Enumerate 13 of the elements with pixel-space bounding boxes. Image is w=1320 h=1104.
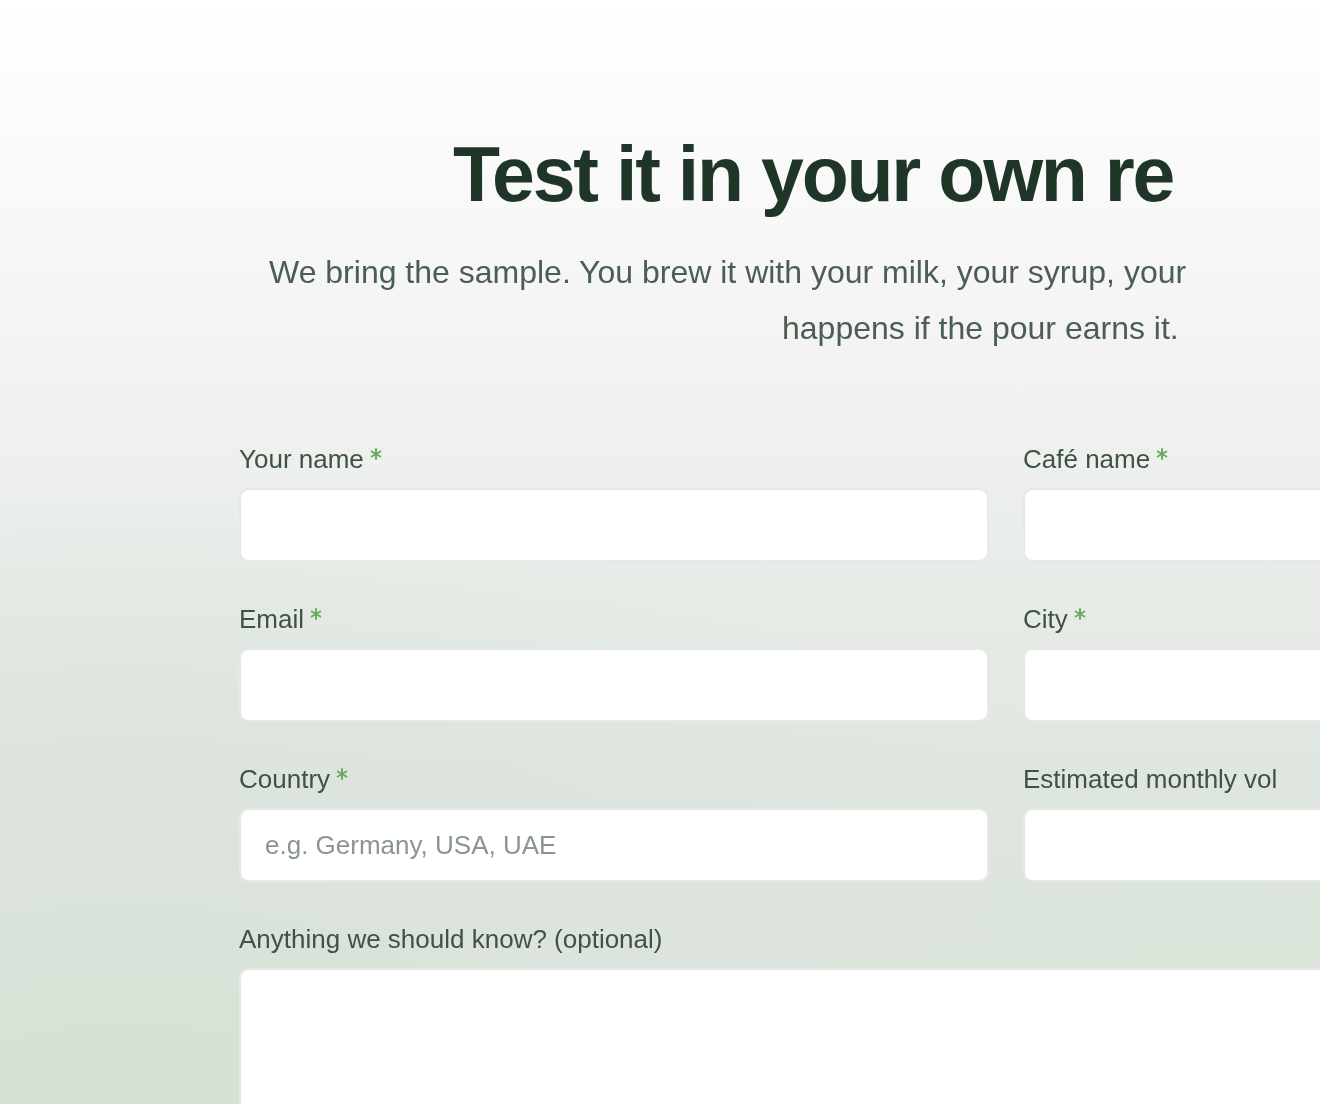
field-label: Email (239, 603, 304, 637)
field-label: Anything we should know? (optional) (239, 923, 663, 957)
subtitle-line: We bring the sample. You brew it with your milk, your syrup, your (268, 253, 1188, 293)
page-heading: Test it in your own re (452, 130, 1175, 219)
subtitle-line: happens if the pour earns it. (781, 309, 1180, 349)
field-label: Your name (239, 443, 364, 477)
field-label: Café name (1023, 443, 1151, 477)
field-label: City (1023, 603, 1068, 637)
text-input-field[interactable] (239, 648, 989, 723)
text-input-field[interactable] (239, 488, 989, 563)
text-input-field[interactable]: e.g. Germany, USA, UAE (239, 808, 989, 883)
field-label: Country (239, 763, 331, 797)
field-label: Estimated monthly vol (1023, 763, 1278, 797)
